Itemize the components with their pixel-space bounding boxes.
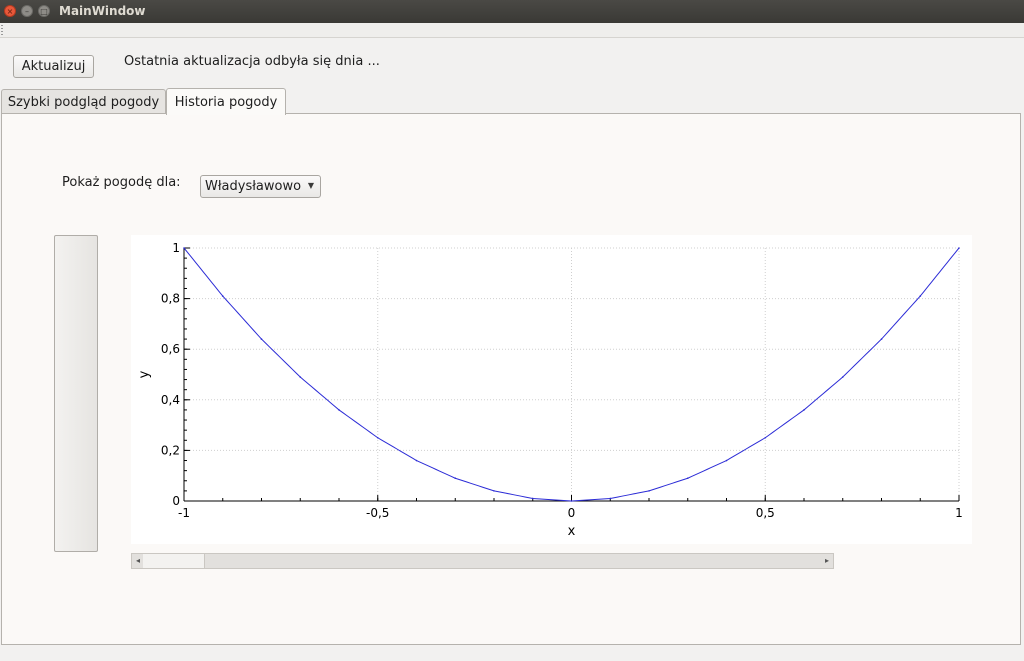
data-point <box>260 338 263 340</box>
data-point <box>609 497 612 500</box>
window-title: MainWindow <box>59 4 146 18</box>
weather-chart: -1 -0,5 0 0,5 1 0 0,2 0,4 0,6 0,8 1 x y <box>131 235 972 544</box>
y-axis-label: y <box>137 370 152 378</box>
last-update-status: Ostatnia aktualizacja odbyła się dnia ..… <box>124 54 380 69</box>
data-point <box>686 477 689 480</box>
tab-label: Historia pogody <box>174 94 278 110</box>
data-point <box>531 497 534 500</box>
vertical-slider[interactable] <box>54 235 98 552</box>
minimize-window-button[interactable]: – <box>21 5 33 17</box>
tab-weather-history[interactable]: Historia pogody <box>166 88 286 115</box>
menu-grip-icon <box>1 25 3 35</box>
y-tick-label: 0,4 <box>161 393 180 407</box>
data-point <box>958 247 960 249</box>
data-point <box>338 409 340 411</box>
minimize-icon: – <box>25 7 29 16</box>
data-point <box>570 500 573 502</box>
scroll-right-icon[interactable]: ▸ <box>821 554 833 568</box>
city-label: Pokaż pogodę dla: <box>62 175 181 190</box>
data-point <box>376 436 379 439</box>
city-select[interactable]: Władysławowo ▼ <box>200 175 321 198</box>
data-point <box>415 459 418 462</box>
data-point <box>764 436 767 439</box>
data-point <box>493 490 495 492</box>
tab-label: Szybki podgląd pogody <box>7 94 160 110</box>
data-point <box>648 490 650 492</box>
y-tick-label: 0 <box>172 494 180 508</box>
data-point <box>803 409 805 411</box>
data-point <box>299 376 302 378</box>
refresh-button-label: Aktualizuj <box>21 59 86 74</box>
x-tick-label: 0,5 <box>756 506 775 520</box>
y-tick-label: 0,6 <box>161 342 180 356</box>
data-point <box>841 376 844 378</box>
y-tick-label: 0,8 <box>161 292 180 306</box>
y-tick-label: 1 <box>172 241 180 255</box>
menu-bar <box>0 23 1024 38</box>
data-point <box>919 295 922 297</box>
close-window-button[interactable]: × <box>4 5 16 17</box>
maximize-window-button[interactable]: □ <box>38 5 50 17</box>
tab-quick-preview[interactable]: Szybki podgląd pogody <box>1 89 166 114</box>
x-tick-label: 0 <box>568 506 576 520</box>
data-point <box>454 477 457 480</box>
title-bar: × – □ MainWindow <box>0 0 1024 23</box>
x-axis-label: x <box>568 524 576 539</box>
data-point <box>880 338 883 340</box>
y-tick-label: 0,2 <box>161 443 180 457</box>
scrollbar-thumb[interactable] <box>143 554 205 568</box>
data-point <box>183 247 185 249</box>
refresh-button[interactable]: Aktualizuj <box>13 55 94 78</box>
data-point <box>725 459 728 462</box>
city-select-value: Władysławowo <box>205 179 302 194</box>
chevron-down-icon: ▼ <box>307 181 314 190</box>
x-tick-label: -1 <box>178 506 190 520</box>
close-icon: × <box>6 7 14 16</box>
x-tick-label: -0,5 <box>366 506 389 520</box>
horizontal-scrollbar[interactable]: ◂ ▸ <box>131 553 834 569</box>
chart-svg: -1 -0,5 0 0,5 1 0 0,2 0,4 0,6 0,8 1 x y <box>137 241 963 539</box>
x-tick-label: 1 <box>955 506 963 520</box>
data-point <box>221 295 224 297</box>
maximize-icon: □ <box>40 7 48 16</box>
